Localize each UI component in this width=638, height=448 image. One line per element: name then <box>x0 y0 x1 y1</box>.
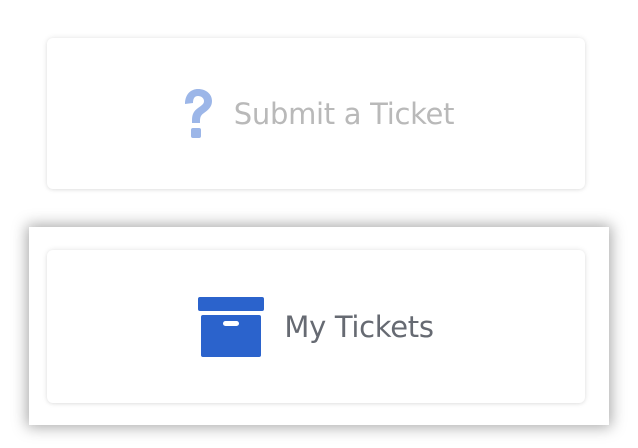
archive-box-icon <box>198 296 265 357</box>
my-tickets-content: My Tickets <box>198 296 434 357</box>
question-mark-icon <box>178 88 216 140</box>
submit-ticket-content: Submit a Ticket <box>178 88 454 140</box>
submit-ticket-card[interactable]: Submit a Ticket <box>47 38 585 189</box>
support-menu: Submit a Ticket My Tickets <box>0 0 638 448</box>
submit-ticket-label: Submit a Ticket <box>233 96 455 131</box>
my-tickets-card[interactable]: My Tickets <box>47 250 585 403</box>
my-tickets-label: My Tickets <box>284 309 434 344</box>
